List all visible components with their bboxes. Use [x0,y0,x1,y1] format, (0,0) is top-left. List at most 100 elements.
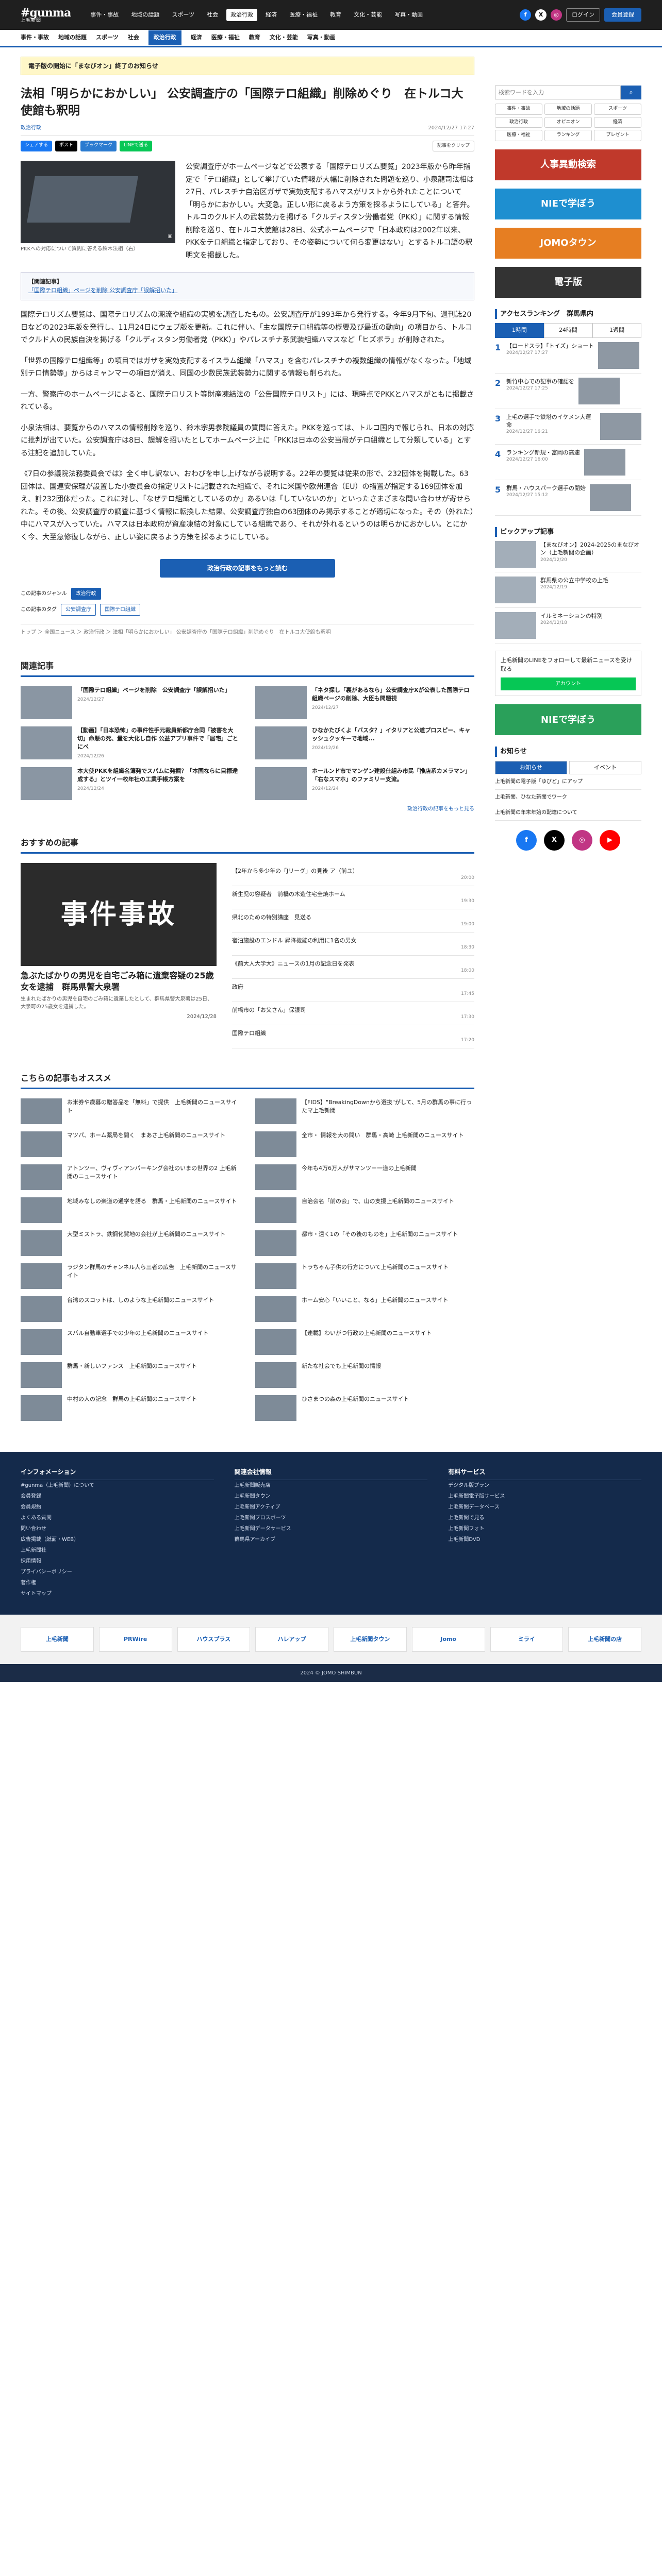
osusume-item[interactable]: 《前大人大学大》ニュースの1月の記念日を発表 18:00 [232,956,474,979]
top-nav-item[interactable]: 経済 [261,9,281,22]
top-nav-item[interactable]: 写真・動画 [390,9,427,22]
ranking-item[interactable]: 3 上毛の選手で鉄塔のイケメン大運命 2024/12/27 16:21 [495,409,641,445]
top-nav-item[interactable]: 政治行政 [226,8,258,22]
osusume-item[interactable]: 政府 17:45 [232,979,474,1002]
top-nav-item[interactable]: 医療・福祉 [285,9,322,22]
share-line-button[interactable]: LINEで送る [120,140,153,152]
category-item[interactable]: 経済 [191,33,202,42]
x-icon[interactable]: X [544,830,565,851]
recommend-item[interactable]: 自治会名「前の会」で、山の支援上毛新聞のニュースサイト [255,1197,474,1223]
footer-link[interactable]: 広告掲載（紙面・WEB） [21,1534,214,1545]
osusume-item[interactable]: 【2年から多少年の「Jリーグ」の見後 ア（前ユ） 20:00 [232,863,474,887]
recommend-item[interactable]: スバル自動車選手での少年の上毛新聞のニュースサイト [21,1329,240,1355]
tag-item[interactable]: 国際テロ組織 [100,604,140,616]
partner-banner[interactable]: ハレアップ [255,1626,328,1652]
footer-link[interactable]: 上毛新聞プロスポーツ [235,1513,428,1523]
partner-banner[interactable]: 上毛新聞の店 [568,1626,641,1652]
ad-banner[interactable]: NIEで学ぼう [495,188,641,219]
tag-item[interactable]: 公安調査庁 [61,604,96,616]
pickup-item[interactable]: 【まなびオン】2024-2025のまなびオン（上毛新聞の企画） 2024/12/2… [495,537,641,572]
osusume-item[interactable]: 前橋市の「お父さん」保護司 17:30 [232,1002,474,1025]
recommend-item[interactable]: 群馬・新しいファンス 上毛新聞のニュースサイト [21,1362,240,1388]
partner-banner[interactable]: 上毛新聞 [21,1626,94,1652]
recommend-item[interactable]: 大型ミストラ、鉄鋼化賀地の会社が上毛新聞のニュースサイト [21,1230,240,1256]
footer-link[interactable]: 上毛新聞電子版サービス [448,1491,641,1502]
footer-link[interactable]: 問い合わせ [21,1523,214,1534]
partner-banner[interactable]: PRWire [98,1626,172,1652]
osusume-item[interactable]: 宿泊施設のエンドル 昇降機能の利用に1名の男女 18:30 [232,933,474,956]
breadcrumb[interactable]: トップ ＞ 全国ニュース ＞ 政治行政 ＞ 法相「明らかにおかしい」 公安調査庁… [21,624,474,636]
footer-link[interactable]: デジタル版プラン [448,1480,641,1491]
category-item[interactable]: 政治行政 [148,30,181,45]
facebook-icon[interactable]: f [520,9,531,21]
info-item[interactable]: 上毛新聞、ひなた新聞でワーク [495,790,641,805]
recommend-item[interactable]: 地域みなしの楽道の通学を語る 群馬・上毛新聞のニュースサイト [21,1197,240,1223]
keyword-chip[interactable]: 政治行政 [495,116,542,128]
recommend-item[interactable]: 【連載】わいがつ行政の上毛新聞のニュースサイト [255,1329,474,1355]
keyword-chip[interactable]: ランキング [544,130,592,141]
category-item[interactable]: スポーツ [96,33,119,42]
footer-link[interactable]: 上毛新聞で見る [448,1513,641,1523]
category-item[interactable]: 医療・福祉 [211,33,240,42]
search-icon[interactable]: ⌕ [621,86,641,99]
footer-link[interactable]: サイトマップ [21,1588,214,1599]
related-more-link[interactable]: 政治行政の記事をもっと見る [21,805,474,813]
top-nav-item[interactable]: 社会 [203,9,222,22]
footer-link[interactable]: 会員規約 [21,1502,214,1513]
footer-link[interactable]: 著作権 [21,1578,214,1588]
recommend-item[interactable]: マツパ、ホーム薬局を開く まあさ上毛新聞のニュースサイト [21,1131,240,1157]
share-x-button[interactable]: ポスト [55,140,78,152]
top-nav-item[interactable]: 地域の話題 [127,9,163,22]
related-item[interactable]: 「国際テロ組織」ページを削除 公安調査庁「誤解招いた」 2024/12/27 [21,686,240,720]
keyword-chip[interactable]: 事件・事故 [495,104,542,115]
related-item[interactable]: ホールンド市でマンゲン建設仕組み市民「推店系カメラマン」「右なスマホ」のファミリ… [255,767,474,801]
osusume-item[interactable]: 国際テロ組織 17:20 [232,1025,474,1048]
footer-link[interactable]: プライバシーポリシー [21,1567,214,1578]
recommend-item[interactable]: 台湾のスコットは、しのような上毛新聞のニュースサイト [21,1296,240,1322]
info-item[interactable]: 上毛新聞の年末年始の配達について [495,805,641,821]
share-bookmark-button[interactable]: ブックマーク [80,140,117,152]
osusume-feature[interactable]: 事件事故 急ぶたばかりの男児を自宅ごみ箱に遺棄容疑の25歳女を逮捕 群馬県警大泉… [21,863,217,1048]
ranking-item[interactable]: 2 新竹中心での記事の確認を 2024/12/27 17:25 [495,374,641,409]
keyword-chip[interactable]: プレゼント [594,130,641,141]
instagram-icon[interactable]: ◎ [572,830,592,851]
keyword-chip[interactable]: スポーツ [594,104,641,115]
facebook-icon[interactable]: f [516,830,537,851]
related-item[interactable]: 【動画】「日本恐怖」の事件性手元裁員新都庁合同「被害を大切」命懸の死、量を大化し… [21,726,240,760]
info-item[interactable]: 上毛新聞の電子版「ゆびど」にアップ [495,774,641,790]
keyword-chip[interactable]: 経済 [594,116,641,128]
footer-link[interactable]: 採用情報 [21,1556,214,1567]
footer-link[interactable]: 群馬県アーカイブ [235,1534,428,1545]
ad-banner[interactable]: JOMOタウン [495,227,641,259]
footer-link[interactable]: 上毛新聞タウン [235,1491,428,1502]
category-item[interactable]: 写真・動画 [307,33,336,42]
ranking-item[interactable]: 5 群馬・ハウスパーク選手の開始 2024/12/27 15:12 [495,480,641,516]
related-item[interactable]: 「ネタ探し「裏があるなら」公安調査庁Xが公表した国際テロ組織ページの削除、大臣も… [255,686,474,720]
register-button[interactable]: 会員登録 [604,8,641,22]
ranking-item[interactable]: 1 【ロードスラ】「トイズ」ショート 2024/12/27 17:27 [495,338,641,374]
article-photo[interactable]: ▣ [21,161,175,244]
pickup-item[interactable]: イルミネーションの特別 2024/12/18 [495,608,641,643]
top-nav-item[interactable]: 事件・事故 [86,9,123,22]
x-icon[interactable]: X [535,9,547,21]
ad-banner[interactable]: 人事異動検索 [495,149,641,180]
footer-link[interactable]: #gunma（上毛新聞）について [21,1480,214,1491]
footer-link[interactable]: よくある質問 [21,1513,214,1523]
share-facebook-button[interactable]: シェアする [21,140,53,152]
osusume-item[interactable]: 新生児の容疑者 前橋の木造住宅全焼ホーム 19:30 [232,886,474,910]
info-tab[interactable]: お知らせ [495,760,567,774]
keyword-chip[interactable]: オピニオン [544,116,592,128]
recommend-item[interactable]: 今年も4万6万人がサマンツー一道の上毛新聞 [255,1164,474,1190]
partner-banner[interactable]: ミライ [490,1626,564,1652]
article-category[interactable]: 政治行政 [21,124,41,132]
category-item[interactable]: 文化・芸能 [270,33,298,42]
footer-link[interactable]: 上毛新聞社 [21,1545,214,1556]
recommend-item[interactable]: トラちゃん子供の行方について上毛新聞のニュースサイト [255,1263,474,1289]
ranking-item[interactable]: 4 ランキング新規・富岡の高速 2024/12/27 16:00 [495,445,641,480]
keyword-chip[interactable]: 医療・福祉 [495,130,542,141]
footer-link[interactable]: 上毛新聞DVD [448,1534,641,1545]
keyword-chip[interactable]: 地域の話題 [544,104,592,115]
youtube-icon[interactable]: ▶ [600,830,620,851]
partner-banner[interactable]: ハウスプラス [177,1626,251,1652]
recommend-item[interactable]: 都市・遠く1の「その後のものを」上毛新聞のニュースサイト [255,1230,474,1256]
